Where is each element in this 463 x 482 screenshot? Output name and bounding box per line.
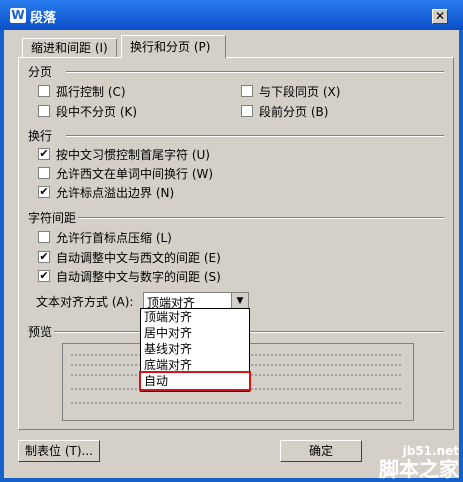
- tab-indent-spacing[interactable]: 缩进和间距 (I): [22, 38, 117, 57]
- tab-stops-button[interactable]: 制表位 (T)...: [18, 440, 100, 462]
- chinese-line-break-checkbox[interactable]: ✔: [38, 148, 50, 160]
- paragraph-dialog: W 段落 ✕ 缩进和间距 (I) 换行和分页 (P) 分页 孤行控制 (C) 与…: [0, 0, 463, 482]
- group-divider: [66, 71, 444, 73]
- auto-space-digits-label: 自动调整中文与数字的间距 (S): [56, 270, 221, 284]
- word-wrap-checkbox[interactable]: [38, 167, 50, 179]
- ok-button[interactable]: 确定: [280, 440, 362, 462]
- check-icon: ✔: [39, 147, 49, 160]
- option-top[interactable]: 顶端对齐: [141, 309, 249, 325]
- compress-punctuation-label: 允许行首标点压缩 (L): [56, 231, 172, 245]
- option-center[interactable]: 居中对齐: [141, 325, 249, 341]
- chinese-line-break-label: 按中文习惯控制首尾字符 (U): [56, 148, 210, 162]
- group-divider: [78, 217, 444, 219]
- site-watermark: jb51.net 脚本之家: [379, 444, 459, 480]
- option-bottom[interactable]: 底端对齐: [141, 357, 249, 373]
- dialog-body: 缩进和间距 (I) 换行和分页 (P) 分页 孤行控制 (C) 与下段同页 (X…: [4, 30, 459, 478]
- auto-space-western-label: 自动调整中文与西文的间距 (E): [56, 251, 221, 265]
- wps-app-icon: W: [10, 8, 26, 23]
- line-break-group-label: 换行: [28, 129, 53, 143]
- close-icon: ✕: [434, 9, 446, 23]
- dropdown-arrow-icon[interactable]: ▼: [231, 293, 248, 309]
- keep-with-next-label: 与下段同页 (X): [259, 85, 341, 99]
- pagination-group-label: 分页: [28, 65, 53, 79]
- check-icon: ✔: [39, 269, 49, 282]
- word-wrap-label: 允许西文在单词中间换行 (W): [56, 167, 214, 181]
- text-align-dropdown: 顶端对齐 居中对齐 基线对齐 底端对齐 自动: [139, 308, 251, 392]
- check-icon: ✔: [39, 185, 49, 198]
- check-icon: ✔: [39, 250, 49, 263]
- orphan-control-checkbox[interactable]: [38, 85, 50, 97]
- option-auto[interactable]: 自动: [139, 371, 251, 391]
- auto-space-digits-checkbox[interactable]: ✔: [38, 270, 50, 282]
- keep-lines-together-checkbox[interactable]: [38, 105, 50, 117]
- page-break-before-checkbox[interactable]: [241, 105, 253, 117]
- close-button[interactable]: ✕: [432, 9, 448, 24]
- auto-space-western-checkbox[interactable]: ✔: [38, 251, 50, 263]
- preview-group-label: 预览: [28, 325, 53, 339]
- text-align-label: 文本对齐方式 (A):: [36, 295, 134, 309]
- tab-line-page-breaks[interactable]: 换行和分页 (P): [121, 35, 226, 58]
- orphan-control-label: 孤行控制 (C): [56, 85, 126, 99]
- keep-lines-together-label: 段中不分页 (K): [56, 105, 138, 119]
- char-spacing-group-label: 字符间距: [28, 211, 77, 225]
- compress-punctuation-checkbox[interactable]: [38, 231, 50, 243]
- hanging-punctuation-checkbox[interactable]: ✔: [38, 186, 50, 198]
- window-title: 段落: [30, 11, 57, 26]
- keep-with-next-checkbox[interactable]: [241, 85, 253, 97]
- watermark-name: 脚本之家: [379, 457, 459, 481]
- page-break-before-label: 段前分页 (B): [259, 105, 329, 119]
- hanging-punctuation-label: 允许标点溢出边界 (N): [56, 186, 175, 200]
- option-baseline[interactable]: 基线对齐: [141, 341, 249, 357]
- group-divider: [66, 135, 444, 137]
- title-bar: W 段落 ✕: [0, 0, 463, 30]
- preview-line: [71, 402, 401, 408]
- watermark-url: jb51.net: [402, 444, 459, 458]
